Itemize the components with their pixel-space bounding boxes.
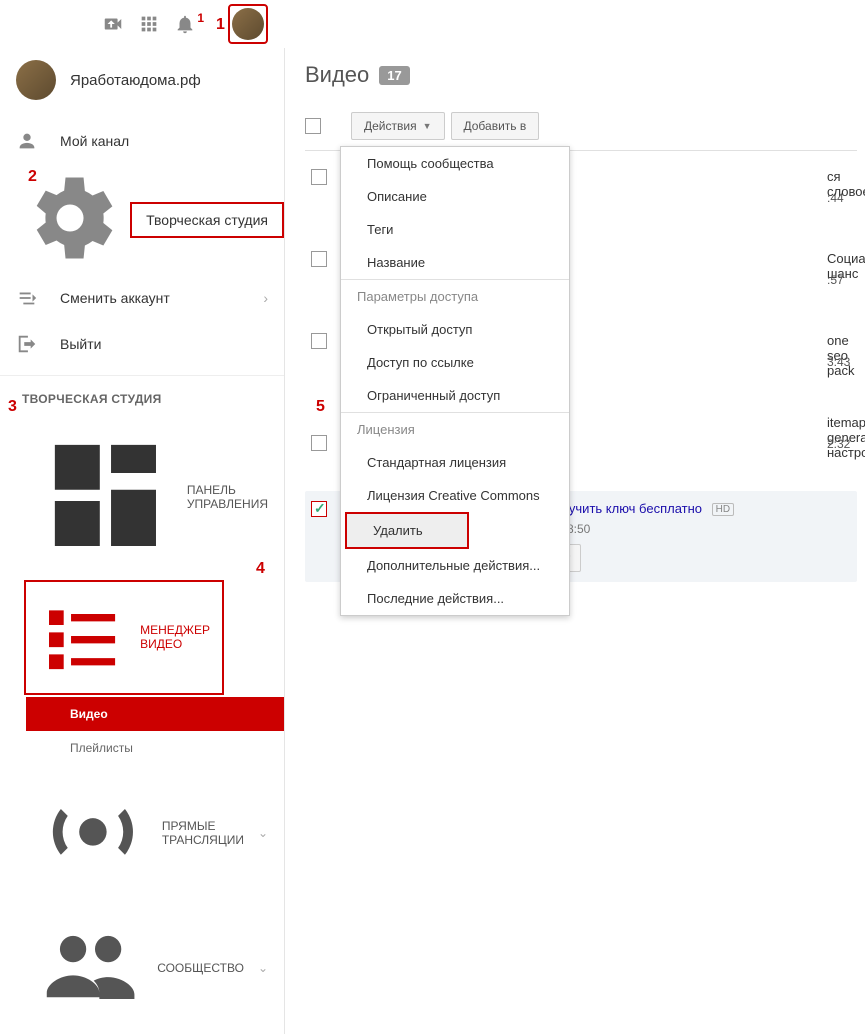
bell-icon[interactable]: 1 — [174, 13, 196, 35]
user-avatar[interactable] — [232, 8, 264, 40]
dd-recent[interactable]: Последние действия... — [341, 582, 569, 615]
nav-my-channel[interactable]: Мой канал — [0, 118, 284, 164]
add-to-button[interactable]: Добавить в — [451, 112, 540, 140]
actions-button[interactable]: Действия ▼ — [351, 112, 445, 140]
section-title: ТВОРЧЕСКАЯ СТУДИЯ — [0, 376, 284, 416]
actions-dropdown: Помощь сообщества Описание Теги Название… — [340, 146, 570, 616]
callout-4: 4 — [256, 560, 265, 578]
person-icon — [16, 130, 38, 152]
logout-icon — [16, 333, 38, 355]
video-count-badge: 17 — [379, 66, 409, 85]
nav-label: Мой канал — [60, 133, 129, 149]
toolbar: Действия ▼ Добавить в — [305, 106, 857, 151]
upload-icon[interactable] — [102, 13, 124, 35]
nav-label: Творческая студия — [146, 212, 268, 228]
dd-help[interactable]: Помощь сообщества — [341, 147, 569, 180]
studio-label: ПАНЕЛЬ УПРАВЛЕНИЯ — [187, 483, 268, 511]
row-checkbox[interactable] — [311, 251, 327, 267]
dd-public[interactable]: Открытый доступ — [341, 313, 569, 346]
chevron-right-icon: › — [263, 290, 268, 306]
user-name: Яработаюдома.рф — [70, 72, 201, 89]
video-time-partial: 3:43 — [827, 355, 850, 369]
nav-creator-studio[interactable]: Творческая студия — [130, 202, 284, 238]
dd-std-license[interactable]: Стандартная лицензия — [341, 446, 569, 479]
video-manager-sublist: Видео Плейлисты — [26, 697, 284, 765]
page-title: Видео — [305, 62, 369, 88]
apps-icon[interactable] — [138, 13, 160, 35]
row-checkbox[interactable] — [311, 169, 327, 185]
avatar-highlight — [228, 4, 268, 44]
dd-title[interactable]: Название — [341, 246, 569, 279]
studio-community[interactable]: СООБЩЕСТВО ⌄ — [0, 902, 284, 1034]
hd-badge: HD — [712, 503, 734, 516]
user-row: Яработаюдома.рф — [0, 52, 284, 118]
dd-unlisted[interactable]: Доступ по ссылке — [341, 346, 569, 379]
topbar: 1 — [0, 0, 865, 48]
studio-video-manager[interactable]: МЕНЕДЖЕР ВИДЕО — [24, 580, 224, 695]
dd-delete[interactable]: Удалить — [345, 512, 469, 549]
video-time-partial: :44 — [827, 191, 844, 205]
studio-live[interactable]: ПРЯМЫЕ ТРАНСЛЯЦИИ ⌄ — [0, 765, 284, 902]
studio-dashboard[interactable]: ПАНЕЛЬ УПРАВЛЕНИЯ — [0, 416, 284, 578]
switch-icon — [16, 287, 38, 309]
chevron-down-icon: ⌄ — [258, 826, 268, 840]
callout-2: 2 — [28, 168, 37, 186]
btn-label: Действия — [364, 119, 417, 133]
sub-playlists[interactable]: Плейлисты — [26, 731, 284, 765]
callout-1: 1 — [216, 16, 225, 34]
btn-label: Добавить в — [464, 119, 527, 133]
callout-5: 5 — [316, 398, 325, 416]
nav-switch-account[interactable]: Сменить аккаунт › — [0, 275, 284, 321]
studio-label: СООБЩЕСТВО — [157, 961, 244, 975]
dd-privacy-header: Параметры доступа — [341, 279, 569, 313]
dd-private[interactable]: Ограниченный доступ — [341, 379, 569, 412]
dd-description[interactable]: Описание — [341, 180, 569, 213]
studio-label: МЕНЕДЖЕР ВИДЕО — [140, 623, 210, 651]
nav-logout[interactable]: Выйти — [0, 321, 284, 367]
main-content: Видео 17 Действия▼ Добавить в ся словоеб… — [285, 48, 865, 1034]
nav-label: Выйти — [60, 336, 101, 352]
user-avatar-large[interactable] — [16, 60, 56, 100]
row-checkbox[interactable] — [311, 333, 327, 349]
nav-label: Сменить аккаунт — [60, 290, 170, 306]
dd-more[interactable]: Дополнительные действия... — [341, 549, 569, 582]
community-icon — [38, 914, 143, 1022]
video-time-partial: :57 — [827, 273, 844, 287]
callout-3: 3 — [8, 398, 17, 416]
video-manager-icon — [38, 592, 126, 683]
row-checkbox[interactable] — [311, 435, 327, 451]
dd-tags[interactable]: Теги — [341, 213, 569, 246]
sidebar: Яработаюдома.рф Мой канал Творческая сту… — [0, 48, 285, 1034]
dd-cc-license[interactable]: Лицензия Creative Commons — [341, 479, 569, 512]
caret-down-icon: ▼ — [423, 121, 432, 131]
row-checkbox-checked[interactable] — [311, 501, 327, 517]
studio-label: ПРЯМЫЕ ТРАНСЛЯЦИИ — [162, 819, 244, 847]
chevron-down-icon: ⌄ — [258, 961, 268, 975]
live-icon — [38, 777, 148, 890]
video-time-partial: 2:32 — [827, 437, 850, 451]
dashboard-icon — [38, 428, 173, 566]
notif-count: 1 — [197, 11, 204, 25]
dd-license-header: Лицензия — [341, 412, 569, 446]
select-all-checkbox[interactable] — [305, 118, 321, 134]
sub-videos[interactable]: Видео — [26, 697, 284, 731]
